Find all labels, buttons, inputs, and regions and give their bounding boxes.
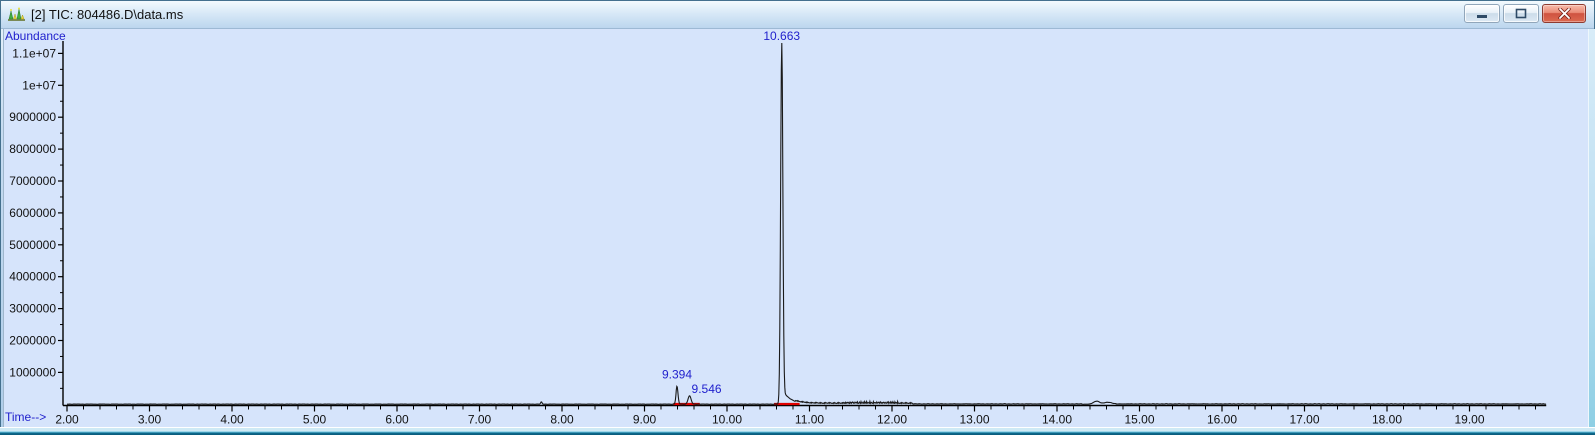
y-tick-label: 1000000 xyxy=(9,365,56,379)
x-tick-label: 10.00 xyxy=(712,413,742,427)
x-tick-label: 15.00 xyxy=(1124,413,1154,427)
peak-label: 9.394 xyxy=(662,367,692,381)
x-tick-label: 19.00 xyxy=(1454,413,1484,427)
y-tick-label: 1.1e+07 xyxy=(12,46,56,60)
y-tick-label: 6000000 xyxy=(9,206,56,220)
y-tick-label: 5000000 xyxy=(9,238,56,252)
y-tick-label: 1e+07 xyxy=(22,78,56,92)
window-title: [2] TIC: 804486.D\data.ms xyxy=(31,7,184,22)
x-tick-label: 7.00 xyxy=(468,413,492,427)
title-bar[interactable]: [2] TIC: 804486.D\data.ms xyxy=(1,1,1594,29)
y-tick-label: 3000000 xyxy=(9,302,56,316)
x-tick-label: 11.00 xyxy=(795,413,824,427)
x-tick-label: 13.00 xyxy=(959,413,989,427)
close-icon xyxy=(1557,8,1571,19)
peak-label: 10.663 xyxy=(763,29,800,43)
plot-area[interactable]: Abundance Time--> 1.1e+07 1e+07 9000000 800… xyxy=(3,29,1588,427)
minimize-icon xyxy=(1477,14,1487,18)
x-tick-label: 12.00 xyxy=(877,413,907,427)
x-tick-label: 18.00 xyxy=(1372,413,1402,427)
x-tick-label: 2.00 xyxy=(55,413,79,427)
x-tick-label: 8.00 xyxy=(550,413,574,427)
window-controls xyxy=(1464,4,1586,23)
x-tick-label: 16.00 xyxy=(1207,413,1237,427)
maximize-button[interactable] xyxy=(1503,4,1539,23)
tic-trace xyxy=(67,42,1547,405)
x-tick-label: 6.00 xyxy=(385,413,409,427)
x-axis-title: Time--> xyxy=(5,410,47,424)
axes: 1.1e+07 1e+07 9000000 8000000 7000000 6000000… xyxy=(9,41,1547,427)
x-tick-label: 17.00 xyxy=(1289,413,1319,427)
window-frame-right xyxy=(1588,29,1595,427)
y-tick-label: 9000000 xyxy=(9,110,56,124)
x-tick-label: 4.00 xyxy=(220,413,244,427)
x-tick-label: 14.00 xyxy=(1042,413,1072,427)
chromatogram-canvas[interactable]: 1.1e+07 1e+07 9000000 8000000 7000000 6000000… xyxy=(3,29,1588,427)
y-tick-label: 7000000 xyxy=(9,174,56,188)
chromatogram-window: [2] TIC: 804486.D\data.ms Abundance Time… xyxy=(0,0,1595,435)
y-tick-label: 2000000 xyxy=(9,334,56,348)
window-frame-bottom xyxy=(0,427,1595,435)
peak-label: 9.546 xyxy=(692,382,722,396)
chromatogram-icon xyxy=(8,7,25,21)
y-tick-label: 4000000 xyxy=(9,270,56,284)
x-tick-label: 3.00 xyxy=(138,413,162,427)
y-axis-title: Abundance xyxy=(5,29,66,43)
x-tick-label: 5.00 xyxy=(303,413,327,427)
maximize-icon xyxy=(1515,8,1527,19)
close-button[interactable] xyxy=(1542,4,1586,23)
y-tick-label: 8000000 xyxy=(9,142,56,156)
minimize-button[interactable] xyxy=(1464,4,1500,23)
x-tick-label: 9.00 xyxy=(633,413,657,427)
